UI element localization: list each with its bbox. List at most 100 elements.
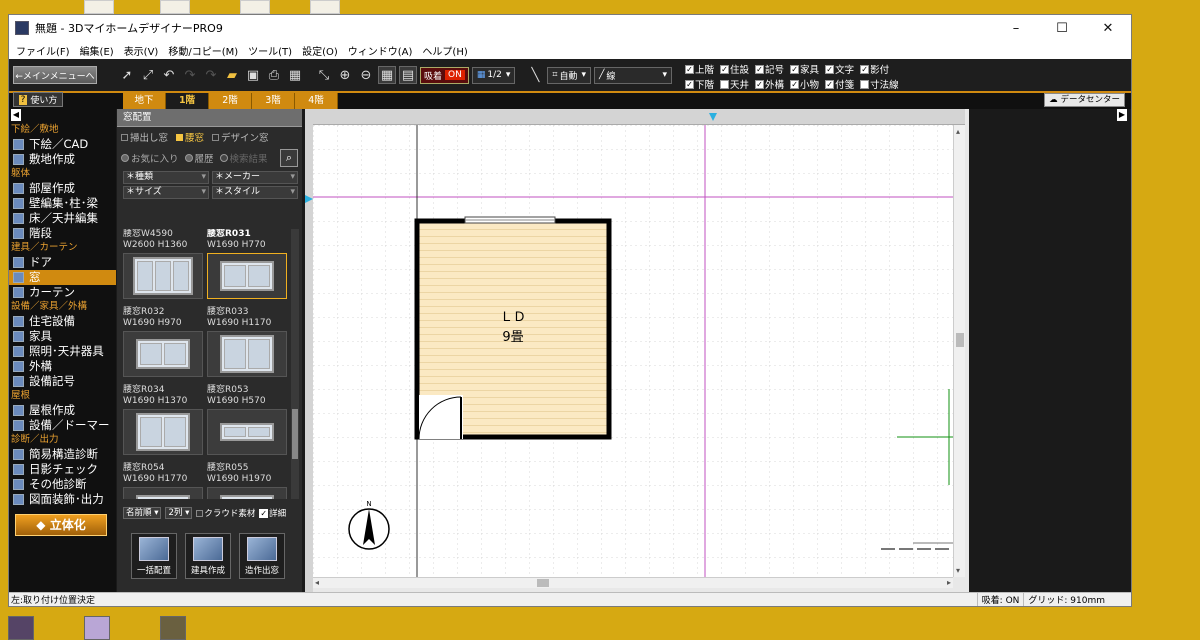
window-card[interactable]: 腰窓R054 W1690 H1770 (123, 463, 203, 499)
window-card[interactable]: 腰窓R031 W1690 H770 (207, 229, 287, 299)
tab-floor[interactable]: 1階 (166, 93, 209, 109)
close-button[interactable]: ✕ (1085, 21, 1131, 36)
columns-select[interactable]: 2列 ▾ (165, 507, 193, 519)
filter-size-select[interactable]: ＊サイズ ▾ (123, 186, 209, 199)
window-card[interactable]: 腰窓R033 W1690 H1170 (207, 307, 287, 377)
window-card[interactable]: 腰窓R053 W1690 H570 (207, 385, 287, 455)
sidebar-item[interactable]: 図面装飾･出力 (9, 492, 116, 507)
filter-type-select[interactable]: ＊種類 ▾ (123, 171, 209, 184)
scroll-down-icon[interactable]: ▾ (956, 566, 960, 575)
multi-select-icon[interactable]: ⤢ (139, 66, 157, 84)
floor-plan[interactable]: ＬＤ 9畳 N (313, 125, 953, 577)
detail-checkbox[interactable]: ✓ 詳細 (259, 507, 286, 519)
tab-floor[interactable]: 2階 (209, 93, 252, 109)
sidebar-item[interactable]: 外構 (9, 359, 116, 374)
search-icon[interactable]: ⌕ (280, 149, 298, 167)
catalog-scrollbar[interactable] (291, 229, 299, 499)
grid-snap-icon[interactable]: ▦ (378, 66, 396, 84)
menu-edit[interactable]: 編集(E) (75, 43, 119, 58)
display-checkbox[interactable]: ✓ 記号 (755, 62, 784, 76)
ruler-icon[interactable]: ╲ (526, 66, 544, 84)
window-card[interactable]: 腰窓R034 W1690 H1370 (123, 385, 203, 455)
display-checkbox[interactable]: 天井 (720, 77, 749, 91)
zoom-in-icon[interactable]: ⊕ (336, 66, 354, 84)
snap-toggle[interactable]: 吸着 ON (420, 66, 469, 84)
sidebar-item[interactable]: 設備記号 (9, 374, 116, 389)
bay-window-button[interactable]: 造作出窓 (239, 533, 285, 579)
display-checkbox[interactable]: ✓ 外構 (755, 77, 784, 91)
radio-favorites[interactable]: お気に入り (121, 151, 179, 165)
line-style-select[interactable]: ╱ 線 ▾ (594, 66, 672, 84)
scroll-right-icon[interactable]: ▸ (947, 578, 951, 587)
window-type-tab[interactable]: デザイン窓 (212, 130, 269, 144)
maximize-button[interactable]: ☐ (1039, 21, 1085, 36)
radio-history[interactable]: 履歴 (184, 151, 214, 165)
sidebar-item[interactable]: 窓 (9, 270, 116, 285)
filter-maker-select[interactable]: ＊メーカー ▾ (212, 171, 298, 184)
sidebar-item[interactable]: 住宅設備 (9, 314, 116, 329)
sidebar-item[interactable]: ドア (9, 255, 116, 270)
window-type-tab[interactable]: 掃出し窓 (121, 130, 168, 144)
minimize-button[interactable]: – (993, 21, 1039, 36)
grid-icon[interactable]: ▤ (399, 66, 417, 84)
sidebar-item[interactable]: 下絵／CAD (9, 137, 116, 152)
sidebar-item[interactable]: 日影チェック (9, 462, 116, 477)
sidebar-item[interactable]: カーテン (9, 285, 116, 300)
sidebar-item[interactable]: 照明･天井器具 (9, 344, 116, 359)
create-fixture-button[interactable]: 建具作成 (185, 533, 231, 579)
scrollbar-thumb[interactable] (956, 333, 964, 347)
cloud-checkbox[interactable]: クラウド素材 (196, 507, 255, 519)
help-button[interactable]: ? 使い方 (13, 92, 63, 107)
window-card[interactable]: 腰窓R032 W1690 H970 (123, 307, 203, 377)
sidebar-item[interactable]: 階段 (9, 226, 116, 241)
display-checkbox[interactable]: ✓ 文字 (825, 62, 854, 76)
select-arrow-icon[interactable]: ➚ (118, 66, 136, 84)
filter-style-select[interactable]: ＊スタイル ▾ (212, 186, 298, 199)
tab-floor[interactable]: 地下 (123, 93, 166, 109)
menu-move-copy[interactable]: 移動/コピー(M) (163, 43, 243, 58)
sidebar-item[interactable]: 部屋作成 (9, 181, 116, 196)
sidebar-item[interactable]: 簡易構造診断 (9, 447, 116, 462)
scrollbar-thumb[interactable] (292, 409, 298, 459)
desktop-icon[interactable] (84, 0, 114, 14)
sort-select[interactable]: 名前順 ▾ (123, 507, 162, 519)
dimension-mode-select[interactable]: ⌗ 自動 ▾ (547, 66, 591, 84)
collapse-left-icon[interactable]: ◀ (11, 109, 21, 121)
zoom-out-icon[interactable]: ⊖ (357, 66, 375, 84)
menu-settings[interactable]: 設定(O) (297, 43, 343, 58)
display-checkbox[interactable]: 寸法線 (860, 77, 899, 91)
display-checkbox[interactable]: ✓ 下階 (685, 77, 714, 91)
redo-icon[interactable]: ↷ (181, 66, 199, 84)
scrollbar-thumb[interactable] (537, 579, 549, 587)
sidebar-item[interactable]: その他診断 (9, 477, 116, 492)
sidebar-item[interactable]: 床／天井編集 (9, 211, 116, 226)
save-icon[interactable]: ▣ (244, 66, 262, 84)
plan-vertical-scrollbar[interactable]: ▴ ▾ (953, 125, 965, 577)
fit-view-icon[interactable]: ⤡ (315, 66, 333, 84)
datacenter-button[interactable]: ☁ データセンター (1044, 93, 1125, 107)
sidebar-item[interactable]: 屋根作成 (9, 403, 116, 418)
3d-view-button[interactable]: ◆ 立体化 (15, 514, 107, 536)
tab-floor[interactable]: 4階 (295, 93, 338, 109)
expand-right-icon[interactable]: ▶ (1117, 109, 1127, 121)
desktop-icon[interactable] (160, 0, 190, 14)
sidebar-item[interactable]: 敷地作成 (9, 152, 116, 167)
display-checkbox[interactable]: ✓ 付箋 (825, 77, 854, 91)
taskbar-icon[interactable] (84, 616, 110, 640)
bulk-place-button[interactable]: 一括配置 (131, 533, 177, 579)
sidebar-item[interactable]: 壁編集･柱･梁 (9, 196, 116, 211)
window-type-tab[interactable]: 腰窓 (176, 130, 204, 144)
desktop-icon[interactable] (240, 0, 270, 14)
desktop-icon[interactable] (310, 0, 340, 14)
image-icon[interactable]: ▦ (286, 66, 304, 84)
print-icon[interactable]: ⎙ (265, 66, 283, 84)
main-menu-button[interactable]: ←メインメニューへ (13, 66, 97, 84)
menu-view[interactable]: 表示(V) (119, 43, 164, 58)
menu-help[interactable]: ヘルプ(H) (417, 43, 472, 58)
taskbar-icon[interactable] (8, 616, 34, 640)
menu-tools[interactable]: ツール(T) (243, 43, 297, 58)
window-card[interactable]: 腰窓W4590 W2600 H1360 (123, 229, 203, 299)
tab-floor[interactable]: 3階 (252, 93, 295, 109)
display-checkbox[interactable]: ✓ 上階 (685, 62, 714, 76)
display-checkbox[interactable]: ✓ 小物 (790, 77, 819, 91)
